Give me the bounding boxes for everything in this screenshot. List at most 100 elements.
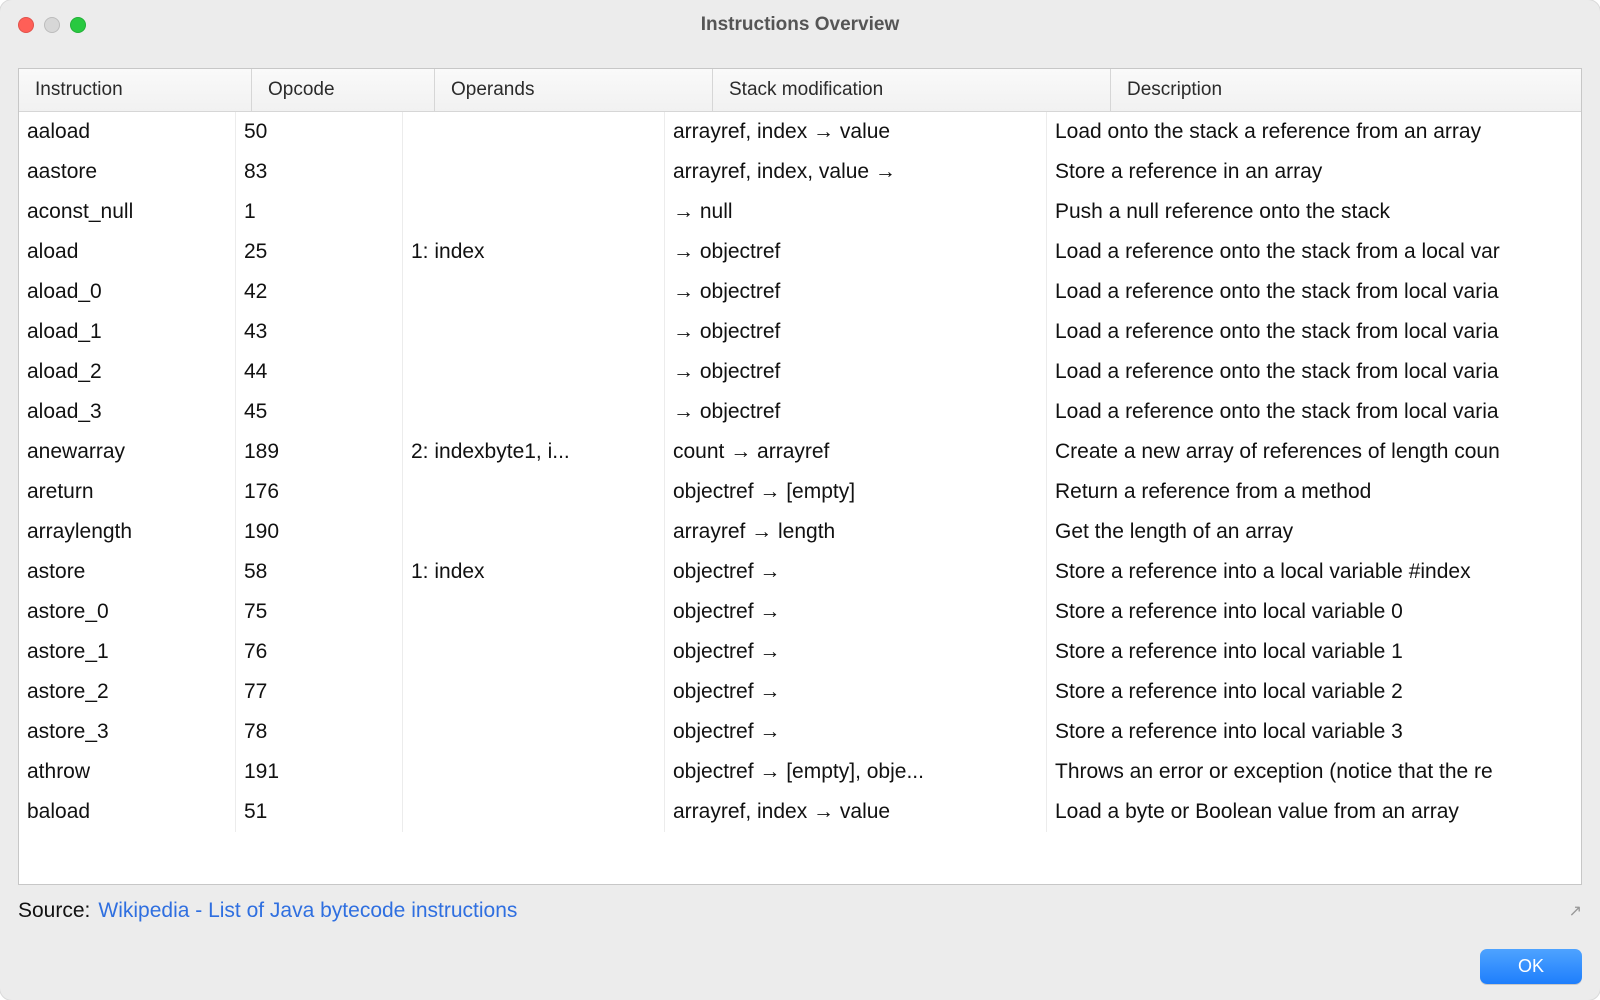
table-row[interactable]: astore_277 objectref →Store a reference i… bbox=[19, 672, 1581, 712]
cell-operands: 2: indexbyte1, i... bbox=[403, 432, 665, 472]
instructions-table[interactable]: Instruction Opcode Operands Stack modifi… bbox=[18, 68, 1582, 885]
cell-description: Load a byte or Boolean value from an arr… bbox=[1047, 792, 1581, 832]
minimize-icon bbox=[44, 17, 60, 33]
cell-opcode: 44 bbox=[236, 352, 403, 392]
table-row[interactable]: aload_345 → objectrefLoad a reference ont… bbox=[19, 392, 1581, 432]
cell-instruction: astore bbox=[19, 552, 236, 592]
table-row[interactable]: baload51 arrayref, index → valueLoad a by… bbox=[19, 792, 1581, 832]
source-row: Source: Wikipedia - List of Java bytecod… bbox=[18, 895, 1582, 929]
cell-description: Get the length of an array bbox=[1047, 512, 1581, 552]
cell-description: Return a reference from a method bbox=[1047, 472, 1581, 512]
window-title: Instructions Overview bbox=[0, 14, 1600, 36]
table-row[interactable]: anewarray1892: indexbyte1, i...count → a… bbox=[19, 432, 1581, 472]
source-label: Source: bbox=[18, 899, 90, 923]
cell-opcode: 51 bbox=[236, 792, 403, 832]
cell-operands bbox=[403, 792, 665, 832]
table-row[interactable]: aastore83arrayref, index, value →Store a… bbox=[19, 152, 1581, 192]
cell-stack: objectref → bbox=[665, 712, 1047, 752]
cell-description: Store a reference into local variable 2 bbox=[1047, 672, 1581, 712]
table-row[interactable]: arraylength190arrayref → lengthGet the l… bbox=[19, 512, 1581, 552]
cell-operands bbox=[403, 712, 665, 752]
cell-stack: objectref → [empty] bbox=[665, 472, 1047, 512]
window: Instructions Overview Instruction Opcode… bbox=[0, 0, 1600, 1000]
cell-opcode: 58 bbox=[236, 552, 403, 592]
maximize-icon[interactable] bbox=[70, 17, 86, 33]
close-icon[interactable] bbox=[18, 17, 34, 33]
cell-instruction: baload bbox=[19, 792, 236, 832]
column-header-description[interactable]: Description bbox=[1111, 69, 1581, 111]
table-row[interactable]: aconst_null1→ nullPush a null reference … bbox=[19, 192, 1581, 232]
table-row[interactable]: aload_244 → objectrefLoad a reference ont… bbox=[19, 352, 1581, 392]
cell-instruction: aconst_null bbox=[19, 192, 236, 232]
cell-instruction: anewarray bbox=[19, 432, 236, 472]
cell-stack: → objectref bbox=[665, 392, 1047, 432]
cell-stack: → objectref bbox=[665, 272, 1047, 312]
source-link[interactable]: Wikipedia - List of Java bytecode instru… bbox=[98, 899, 517, 923]
table-row[interactable]: astore_075objectref →Store a reference i… bbox=[19, 592, 1581, 632]
column-header-instruction[interactable]: Instruction bbox=[19, 69, 252, 111]
table-row[interactable]: astore581: indexobjectref →Store a refer… bbox=[19, 552, 1581, 592]
cell-stack: arrayref → length bbox=[665, 512, 1047, 552]
cell-description: Push a null reference onto the stack bbox=[1047, 192, 1581, 232]
cell-operands bbox=[403, 472, 665, 512]
table-row[interactable]: aload_143→ objectrefLoad a reference ont… bbox=[19, 312, 1581, 352]
cell-operands bbox=[403, 672, 665, 712]
cell-opcode: 45 bbox=[236, 392, 403, 432]
cell-opcode: 42 bbox=[236, 272, 403, 312]
table-header-row: Instruction Opcode Operands Stack modifi… bbox=[19, 69, 1581, 112]
cell-opcode: 83 bbox=[236, 152, 403, 192]
table-row[interactable]: areturn176objectref → [empty]Return a re… bbox=[19, 472, 1581, 512]
external-link-icon[interactable]: ↗ bbox=[1569, 901, 1582, 921]
cell-opcode: 176 bbox=[236, 472, 403, 512]
column-header-operands[interactable]: Operands bbox=[435, 69, 713, 111]
table-row[interactable]: astore_378objectref →Store a reference i… bbox=[19, 712, 1581, 752]
cell-stack: objectref → bbox=[665, 632, 1047, 672]
cell-description: Create a new array of references of leng… bbox=[1047, 432, 1581, 472]
cell-description: Store a reference into a local variable … bbox=[1047, 552, 1581, 592]
column-header-opcode[interactable]: Opcode bbox=[252, 69, 435, 111]
cell-description: Load a reference onto the stack from loc… bbox=[1047, 352, 1581, 392]
table-row[interactable]: aload251: index→ objectrefLoad a referen… bbox=[19, 232, 1581, 272]
cell-operands bbox=[403, 752, 665, 792]
cell-description: Store a reference into local variable 1 bbox=[1047, 632, 1581, 672]
cell-instruction: astore_3 bbox=[19, 712, 236, 752]
cell-opcode: 43 bbox=[236, 312, 403, 352]
cell-description: Store a reference into local variable 0 bbox=[1047, 592, 1581, 632]
cell-opcode: 189 bbox=[236, 432, 403, 472]
cell-stack: → objectref bbox=[665, 352, 1047, 392]
cell-description: Load a reference onto the stack from loc… bbox=[1047, 392, 1581, 432]
table-row[interactable]: aload_042→ objectrefLoad a reference ont… bbox=[19, 272, 1581, 312]
cell-instruction: astore_2 bbox=[19, 672, 236, 712]
cell-operands bbox=[403, 112, 665, 152]
table-row[interactable]: aaload50arrayref, index → valueLoad onto… bbox=[19, 112, 1581, 152]
cell-stack: count → arrayref bbox=[665, 432, 1047, 472]
table-row[interactable]: athrow191objectref → [empty], obje...Thr… bbox=[19, 752, 1581, 792]
table-row[interactable]: astore_176objectref →Store a reference i… bbox=[19, 632, 1581, 672]
ok-button[interactable]: OK bbox=[1480, 949, 1582, 984]
cell-instruction: arraylength bbox=[19, 512, 236, 552]
cell-instruction: aload_2 bbox=[19, 352, 236, 392]
cell-operands bbox=[403, 352, 665, 392]
titlebar: Instructions Overview bbox=[0, 0, 1600, 50]
cell-description: Store a reference into local variable 3 bbox=[1047, 712, 1581, 752]
cell-instruction: aload bbox=[19, 232, 236, 272]
cell-operands bbox=[403, 272, 665, 312]
cell-stack: objectref → bbox=[665, 552, 1047, 592]
cell-stack: arrayref, index → value bbox=[665, 792, 1047, 832]
cell-stack: objectref → bbox=[665, 672, 1047, 712]
cell-stack: → objectref bbox=[665, 312, 1047, 352]
cell-instruction: astore_0 bbox=[19, 592, 236, 632]
cell-stack: arrayref, index → value bbox=[665, 112, 1047, 152]
cell-instruction: astore_1 bbox=[19, 632, 236, 672]
table-body[interactable]: aaload50arrayref, index → valueLoad onto… bbox=[19, 112, 1581, 884]
cell-stack: arrayref, index, value → bbox=[665, 152, 1047, 192]
cell-opcode: 191 bbox=[236, 752, 403, 792]
cell-operands bbox=[403, 632, 665, 672]
column-header-stack[interactable]: Stack modification bbox=[713, 69, 1111, 111]
cell-stack: objectref → [empty], obje... bbox=[665, 752, 1047, 792]
cell-opcode: 75 bbox=[236, 592, 403, 632]
cell-opcode: 50 bbox=[236, 112, 403, 152]
cell-instruction: aaload bbox=[19, 112, 236, 152]
cell-instruction: aload_3 bbox=[19, 392, 236, 432]
cell-opcode: 77 bbox=[236, 672, 403, 712]
